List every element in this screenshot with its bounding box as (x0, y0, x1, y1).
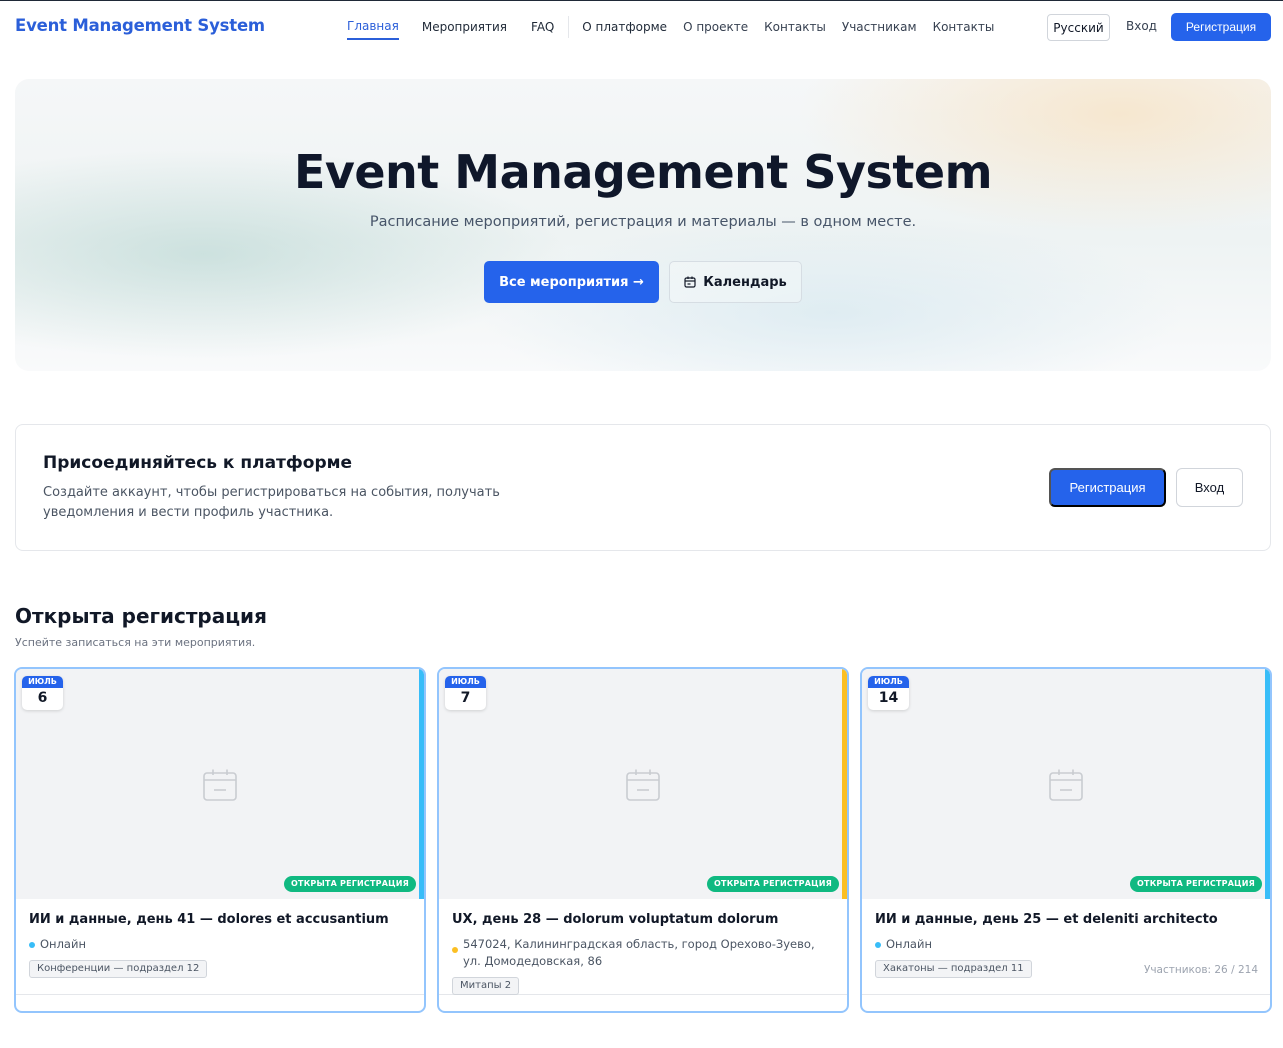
event-title[interactable]: ИИ и данные, день 25 — et deleniti archi… (875, 912, 1258, 927)
card-body: UX, день 28 — dolorum voluptatum dolorum… (439, 899, 847, 995)
join-platform-panel: Присоединяйтесь к платформе Создайте акк… (15, 424, 1271, 551)
nav-item-about-project[interactable]: О проекте (683, 20, 748, 39)
nav-divider (568, 15, 570, 38)
date-day: 6 (37, 690, 48, 706)
hero-subtitle: Расписание мероприятий, регистрация и ма… (369, 214, 917, 230)
event-category-tag[interactable]: Хакатоны — подраздел 11 (875, 960, 1032, 978)
event-title[interactable]: ИИ и данные, день 41 — dolores et accusa… (29, 912, 412, 927)
card-accent-stripe (842, 669, 847, 899)
header-login-link[interactable]: Вход (1126, 19, 1157, 33)
brand-logo[interactable]: Event Management System (15, 16, 265, 35)
section-title: Открыта регистрация (15, 604, 267, 628)
date-badge: ИЮЛЬ 7 (445, 676, 486, 710)
nav-item-about-platform[interactable]: О платформе (582, 20, 667, 39)
event-location-text: Онлайн (886, 937, 932, 951)
status-badge: ОТКРЫТА РЕГИСТРАЦИЯ (1130, 876, 1262, 892)
header-register-button[interactable]: Регистрация (1171, 13, 1271, 41)
event-image-placeholder (862, 669, 1270, 899)
hero-section: Event Management System Расписание мероп… (15, 79, 1271, 371)
calendar-icon (684, 276, 696, 288)
top-navigation-bar: Event Management System Главная Мероприя… (0, 0, 1283, 52)
card-body: ИИ и данные, день 41 — dolores et accusa… (16, 899, 424, 995)
calendar-button-label: Календарь (703, 274, 787, 290)
join-title: Присоединяйтесь к платформе (43, 453, 353, 473)
card-accent-stripe (1265, 669, 1270, 899)
event-title[interactable]: UX, день 28 — dolorum voluptatum dolorum (452, 912, 835, 927)
main-nav: Главная Мероприятия FAQ О платформе О пр… (347, 15, 995, 40)
event-location: Онлайн (875, 936, 1250, 953)
join-login-button[interactable]: Вход (1176, 468, 1243, 507)
event-card[interactable]: ИЮЛЬ 14 ОТКРЫТА РЕГИСТРАЦИЯ ИИ и данные,… (860, 667, 1272, 1013)
nav-item-participants[interactable]: Участникам (842, 20, 917, 39)
date-day: 14 (878, 690, 899, 706)
calendar-placeholder-icon (1049, 769, 1083, 805)
date-badge: ИЮЛЬ 6 (22, 676, 63, 710)
event-image-placeholder (439, 669, 847, 899)
status-badge: ОТКРЫТА РЕГИСТРАЦИЯ (707, 876, 839, 892)
event-category-tag[interactable]: Митапы 2 (452, 977, 520, 995)
location-dot-icon (29, 942, 35, 948)
section-subtitle: Успейте записаться на эти мероприятия. (15, 636, 256, 649)
calendar-placeholder-icon (203, 769, 237, 805)
calendar-placeholder-icon (626, 769, 660, 805)
nav-item-contacts-2[interactable]: Контакты (933, 20, 995, 39)
date-month: ИЮЛЬ (868, 676, 909, 688)
location-dot-icon (452, 947, 458, 953)
all-events-button[interactable]: Все мероприятия → (484, 261, 659, 303)
event-location-text: 547024, Калининградская область, город О… (463, 937, 815, 968)
language-selector[interactable]: Русский (1047, 14, 1110, 41)
status-badge: ОТКРЫТА РЕГИСТРАЦИЯ (284, 876, 416, 892)
nav-item-faq[interactable]: FAQ (531, 20, 554, 39)
event-image-placeholder (16, 669, 424, 899)
event-card[interactable]: ИЮЛЬ 6 ОТКРЫТА РЕГИСТРАЦИЯ ИИ и данные, … (14, 667, 426, 1013)
card-accent-stripe (419, 669, 424, 899)
date-month: ИЮЛЬ (22, 676, 63, 688)
event-card[interactable]: ИЮЛЬ 7 ОТКРЫТА РЕГИСТРАЦИЯ UX, день 28 —… (437, 667, 849, 1013)
event-location: Онлайн (29, 936, 404, 953)
nav-item-contacts[interactable]: Контакты (764, 20, 826, 39)
join-description: Создайте аккаунт, чтобы регистрироваться… (43, 485, 500, 520)
participants-count: Участников: 26 / 214 (1143, 964, 1258, 976)
date-badge: ИЮЛЬ 14 (868, 676, 909, 710)
hero-title: Event Management System (293, 145, 993, 199)
nav-item-events[interactable]: Мероприятия (422, 20, 507, 39)
location-dot-icon (875, 942, 881, 948)
card-body: ИИ и данные, день 25 — et deleniti archi… (862, 899, 1270, 995)
join-register-button[interactable]: Регистрация (1049, 468, 1166, 507)
event-category-tag[interactable]: Конференции — подраздел 12 (29, 960, 208, 978)
event-location-text: Онлайн (40, 937, 86, 951)
date-month: ИЮЛЬ (445, 676, 486, 688)
nav-item-home[interactable]: Главная (347, 19, 399, 40)
calendar-button[interactable]: Календарь (669, 261, 802, 303)
event-location: 547024, Калининградская область, город О… (452, 936, 827, 970)
date-day: 7 (460, 690, 471, 706)
